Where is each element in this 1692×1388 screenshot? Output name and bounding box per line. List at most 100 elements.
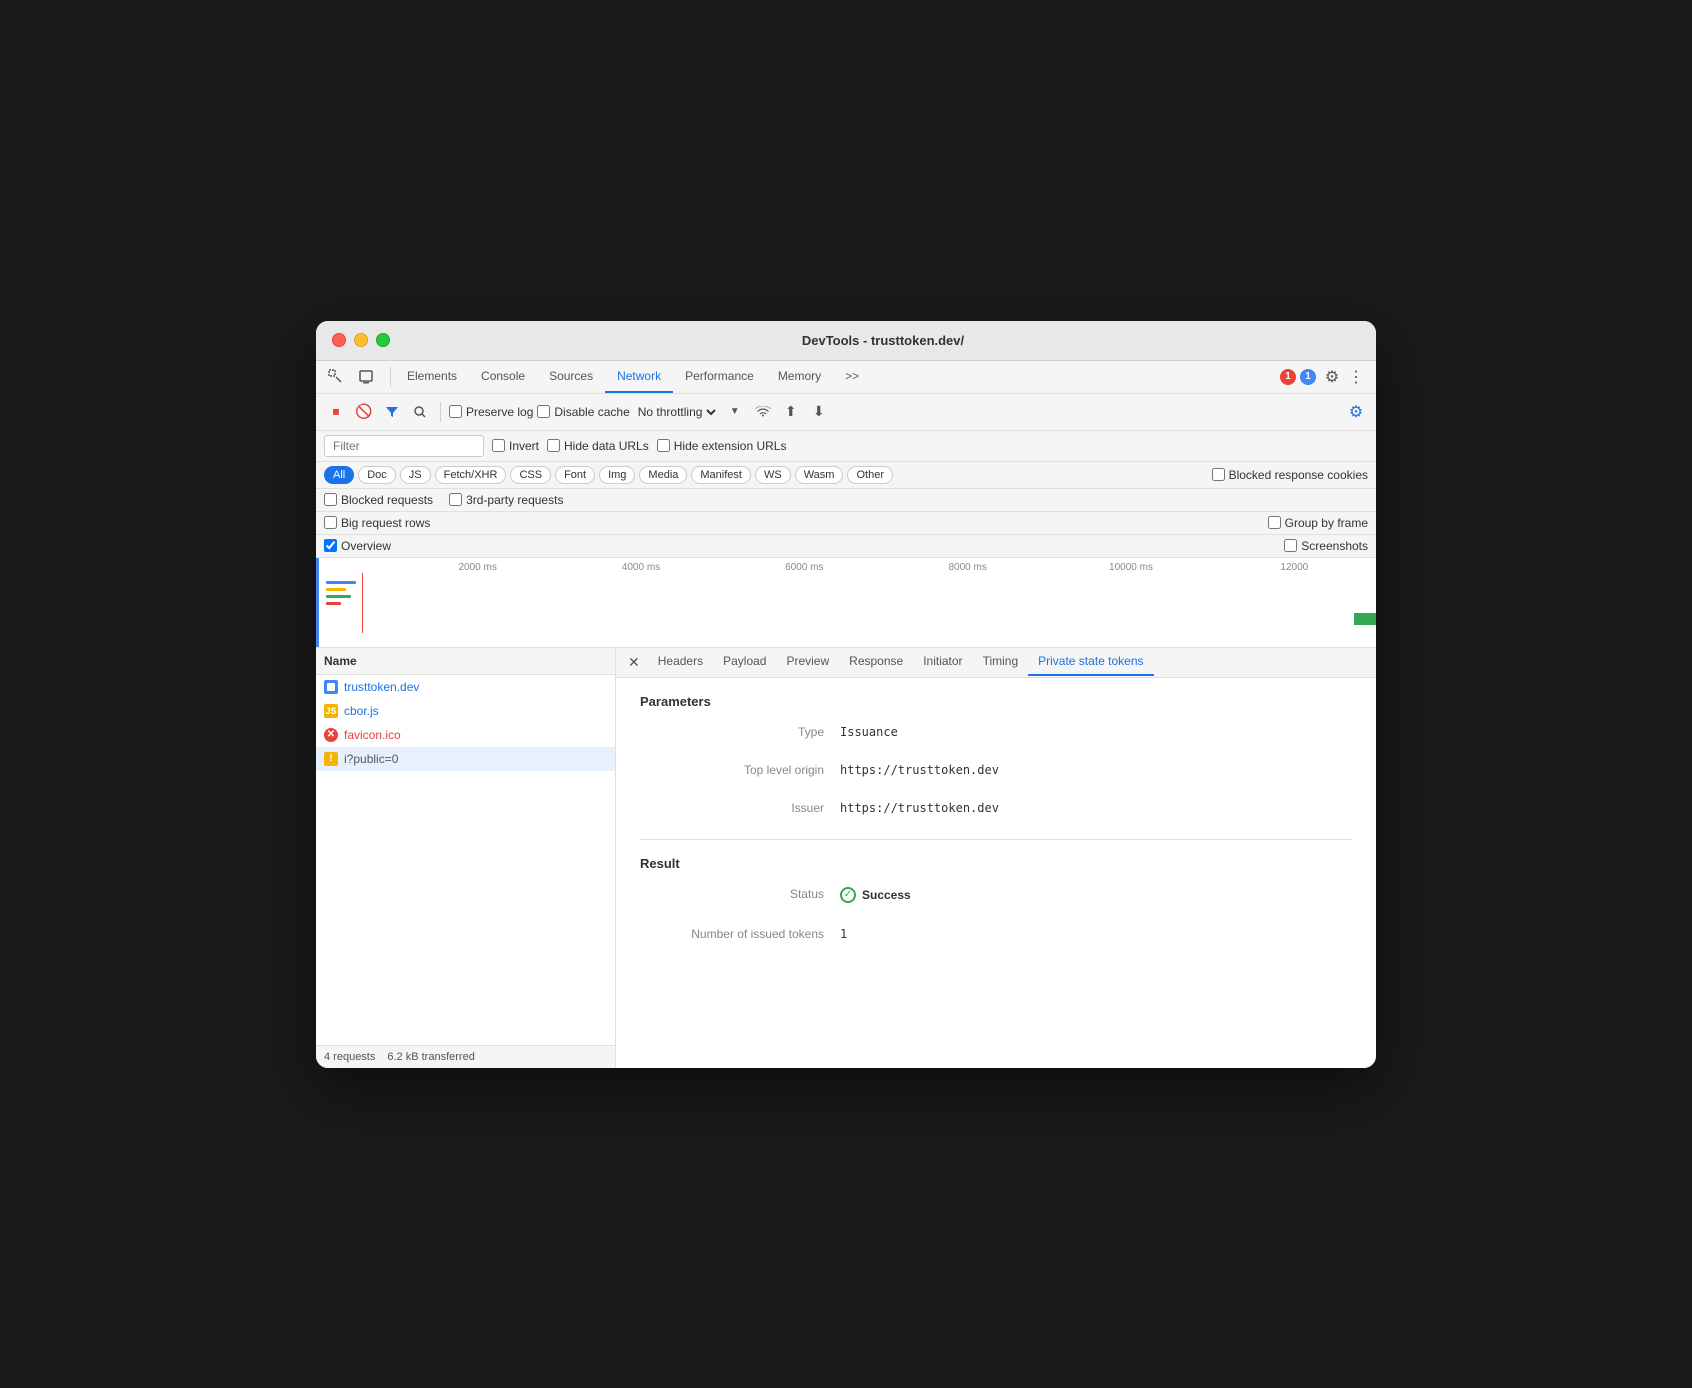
result-section-title: Result [640, 856, 1352, 871]
tab-console[interactable]: Console [469, 361, 537, 393]
divider [390, 367, 391, 387]
detail-tab-preview[interactable]: Preview [776, 648, 839, 676]
overview-checkbox[interactable] [324, 539, 337, 552]
param-origin-value: https://trusttoken.dev [840, 763, 999, 777]
request-item-favicon[interactable]: ✕ favicon.ico [316, 723, 615, 747]
hide-ext-urls-checkbox[interactable] [657, 439, 670, 452]
filter-input[interactable] [324, 435, 484, 457]
inspect-icon[interactable] [324, 365, 348, 389]
tag-media[interactable]: Media [639, 466, 687, 484]
param-status-label: Status [640, 887, 840, 901]
detail-tab-payload[interactable]: Payload [713, 648, 776, 676]
hide-data-urls-label: Hide data URLs [564, 439, 649, 453]
detail-tab-timing[interactable]: Timing [973, 648, 1029, 676]
detail-panel: ✕ Headers Payload Preview Response Initi… [616, 648, 1376, 1068]
wifi-icon[interactable] [751, 400, 775, 424]
screenshots-checkbox[interactable] [1284, 539, 1297, 552]
tab-more[interactable]: >> [833, 361, 871, 393]
mark-12000: 12000 [1213, 562, 1376, 573]
tag-css[interactable]: CSS [510, 466, 551, 484]
invert-checkbox[interactable] [492, 439, 505, 452]
disable-cache-checkbox[interactable] [537, 405, 550, 418]
hide-data-urls-row: Hide data URLs [547, 439, 649, 453]
tab-performance[interactable]: Performance [673, 361, 766, 393]
disable-cache-label: Disable cache [554, 405, 629, 419]
stop-recording-icon[interactable]: ⏹ [324, 400, 348, 424]
tab-elements[interactable]: Elements [395, 361, 469, 393]
filter-icon[interactable] [380, 400, 404, 424]
param-type-row: Type Issuance [640, 725, 1352, 739]
options-row3: Overview Screenshots [316, 535, 1376, 558]
search-icon[interactable] [408, 400, 432, 424]
info-badge[interactable]: 1 [1300, 369, 1316, 385]
throttle-select[interactable]: No throttling [634, 404, 719, 420]
tag-wasm[interactable]: Wasm [795, 466, 844, 484]
invert-row: Invert [492, 439, 539, 453]
download-icon[interactable]: ⬇ [807, 400, 831, 424]
error-badge-container: 1 [1280, 369, 1296, 385]
request-icon-err: ✕ [324, 728, 338, 742]
param-origin-row: Top level origin https://trusttoken.dev [640, 763, 1352, 777]
request-item-trusttoken[interactable]: trusttoken.dev [316, 675, 615, 699]
traffic-lights [332, 333, 390, 347]
devtools-settings-icon[interactable]: ⚙ [1320, 365, 1344, 389]
tab-network[interactable]: Network [605, 361, 673, 393]
tab-sources[interactable]: Sources [537, 361, 605, 393]
tag-doc[interactable]: Doc [358, 466, 396, 484]
maximize-button[interactable] [376, 333, 390, 347]
detail-tabs: ✕ Headers Payload Preview Response Initi… [616, 648, 1376, 678]
clear-icon[interactable]: 🚫 [352, 400, 376, 424]
minimize-button[interactable] [354, 333, 368, 347]
request-icon-js: JS [324, 704, 338, 718]
blocked-cookies-label: Blocked response cookies [1229, 468, 1368, 482]
preserve-log-checkbox[interactable] [449, 405, 462, 418]
detail-tab-headers[interactable]: Headers [648, 648, 713, 676]
devtools-body: Elements Console Sources Network Perform… [316, 361, 1376, 1068]
tag-ws[interactable]: WS [755, 466, 791, 484]
blocked-cookies-checkbox[interactable] [1212, 468, 1225, 481]
requests-header: Name [316, 648, 615, 675]
tab-memory[interactable]: Memory [766, 361, 833, 393]
detail-tab-response[interactable]: Response [839, 648, 913, 676]
detail-tab-initiator[interactable]: Initiator [913, 648, 972, 676]
third-party-checkbox[interactable] [449, 493, 462, 506]
request-item-ipublic[interactable]: ! i?public=0 [316, 747, 615, 771]
tag-other[interactable]: Other [847, 466, 893, 484]
blocked-requests-checkbox[interactable] [324, 493, 337, 506]
param-status-row: Status ✓ Success [640, 887, 1352, 903]
timeline-area: 2000 ms 4000 ms 6000 ms 8000 ms 10000 ms… [316, 558, 1376, 648]
tag-all[interactable]: All [324, 466, 354, 484]
detail-content: Parameters Type Issuance Top level origi… [616, 678, 1376, 1068]
request-item-cbor[interactable]: JS cbor.js [316, 699, 615, 723]
blocked-requests-row: Blocked requests [324, 493, 433, 507]
tag-font[interactable]: Font [555, 466, 595, 484]
tag-js[interactable]: JS [400, 466, 431, 484]
throttle-dropdown-icon[interactable]: ▼ [723, 400, 747, 424]
third-party-label: 3rd-party requests [466, 493, 563, 507]
overview-row: Overview [324, 539, 391, 553]
options-row1: Blocked requests 3rd-party requests [316, 489, 1376, 512]
close-button[interactable] [332, 333, 346, 347]
filter-tags: All Doc JS Fetch/XHR CSS Font Img Media … [316, 462, 1376, 489]
request-name-favicon: favicon.ico [344, 728, 401, 742]
detail-tab-private-state[interactable]: Private state tokens [1028, 648, 1153, 676]
third-party-row: 3rd-party requests [449, 493, 563, 507]
error-badge[interactable]: 1 [1280, 369, 1296, 385]
devtools-more-icon[interactable]: ⋮ [1344, 365, 1368, 389]
upload-icon[interactable]: ⬆ [779, 400, 803, 424]
hide-data-urls-checkbox[interactable] [547, 439, 560, 452]
param-issuer-label: Issuer [640, 801, 840, 815]
tag-manifest[interactable]: Manifest [691, 466, 751, 484]
param-issuer-value: https://trusttoken.dev [840, 801, 999, 815]
tag-img[interactable]: Img [599, 466, 635, 484]
detail-close-button[interactable]: ✕ [620, 648, 648, 677]
network-settings-icon[interactable]: ⚙ [1344, 400, 1368, 424]
device-icon[interactable] [354, 365, 378, 389]
requests-count: 4 requests [324, 1051, 375, 1063]
tag-fetch-xhr[interactable]: Fetch/XHR [435, 466, 507, 484]
group-by-frame-checkbox[interactable] [1268, 516, 1281, 529]
param-tokens-value: 1 [840, 927, 847, 941]
big-rows-checkbox[interactable] [324, 516, 337, 529]
mark-6000: 6000 ms [723, 562, 886, 573]
status-success: ✓ Success [840, 887, 911, 903]
